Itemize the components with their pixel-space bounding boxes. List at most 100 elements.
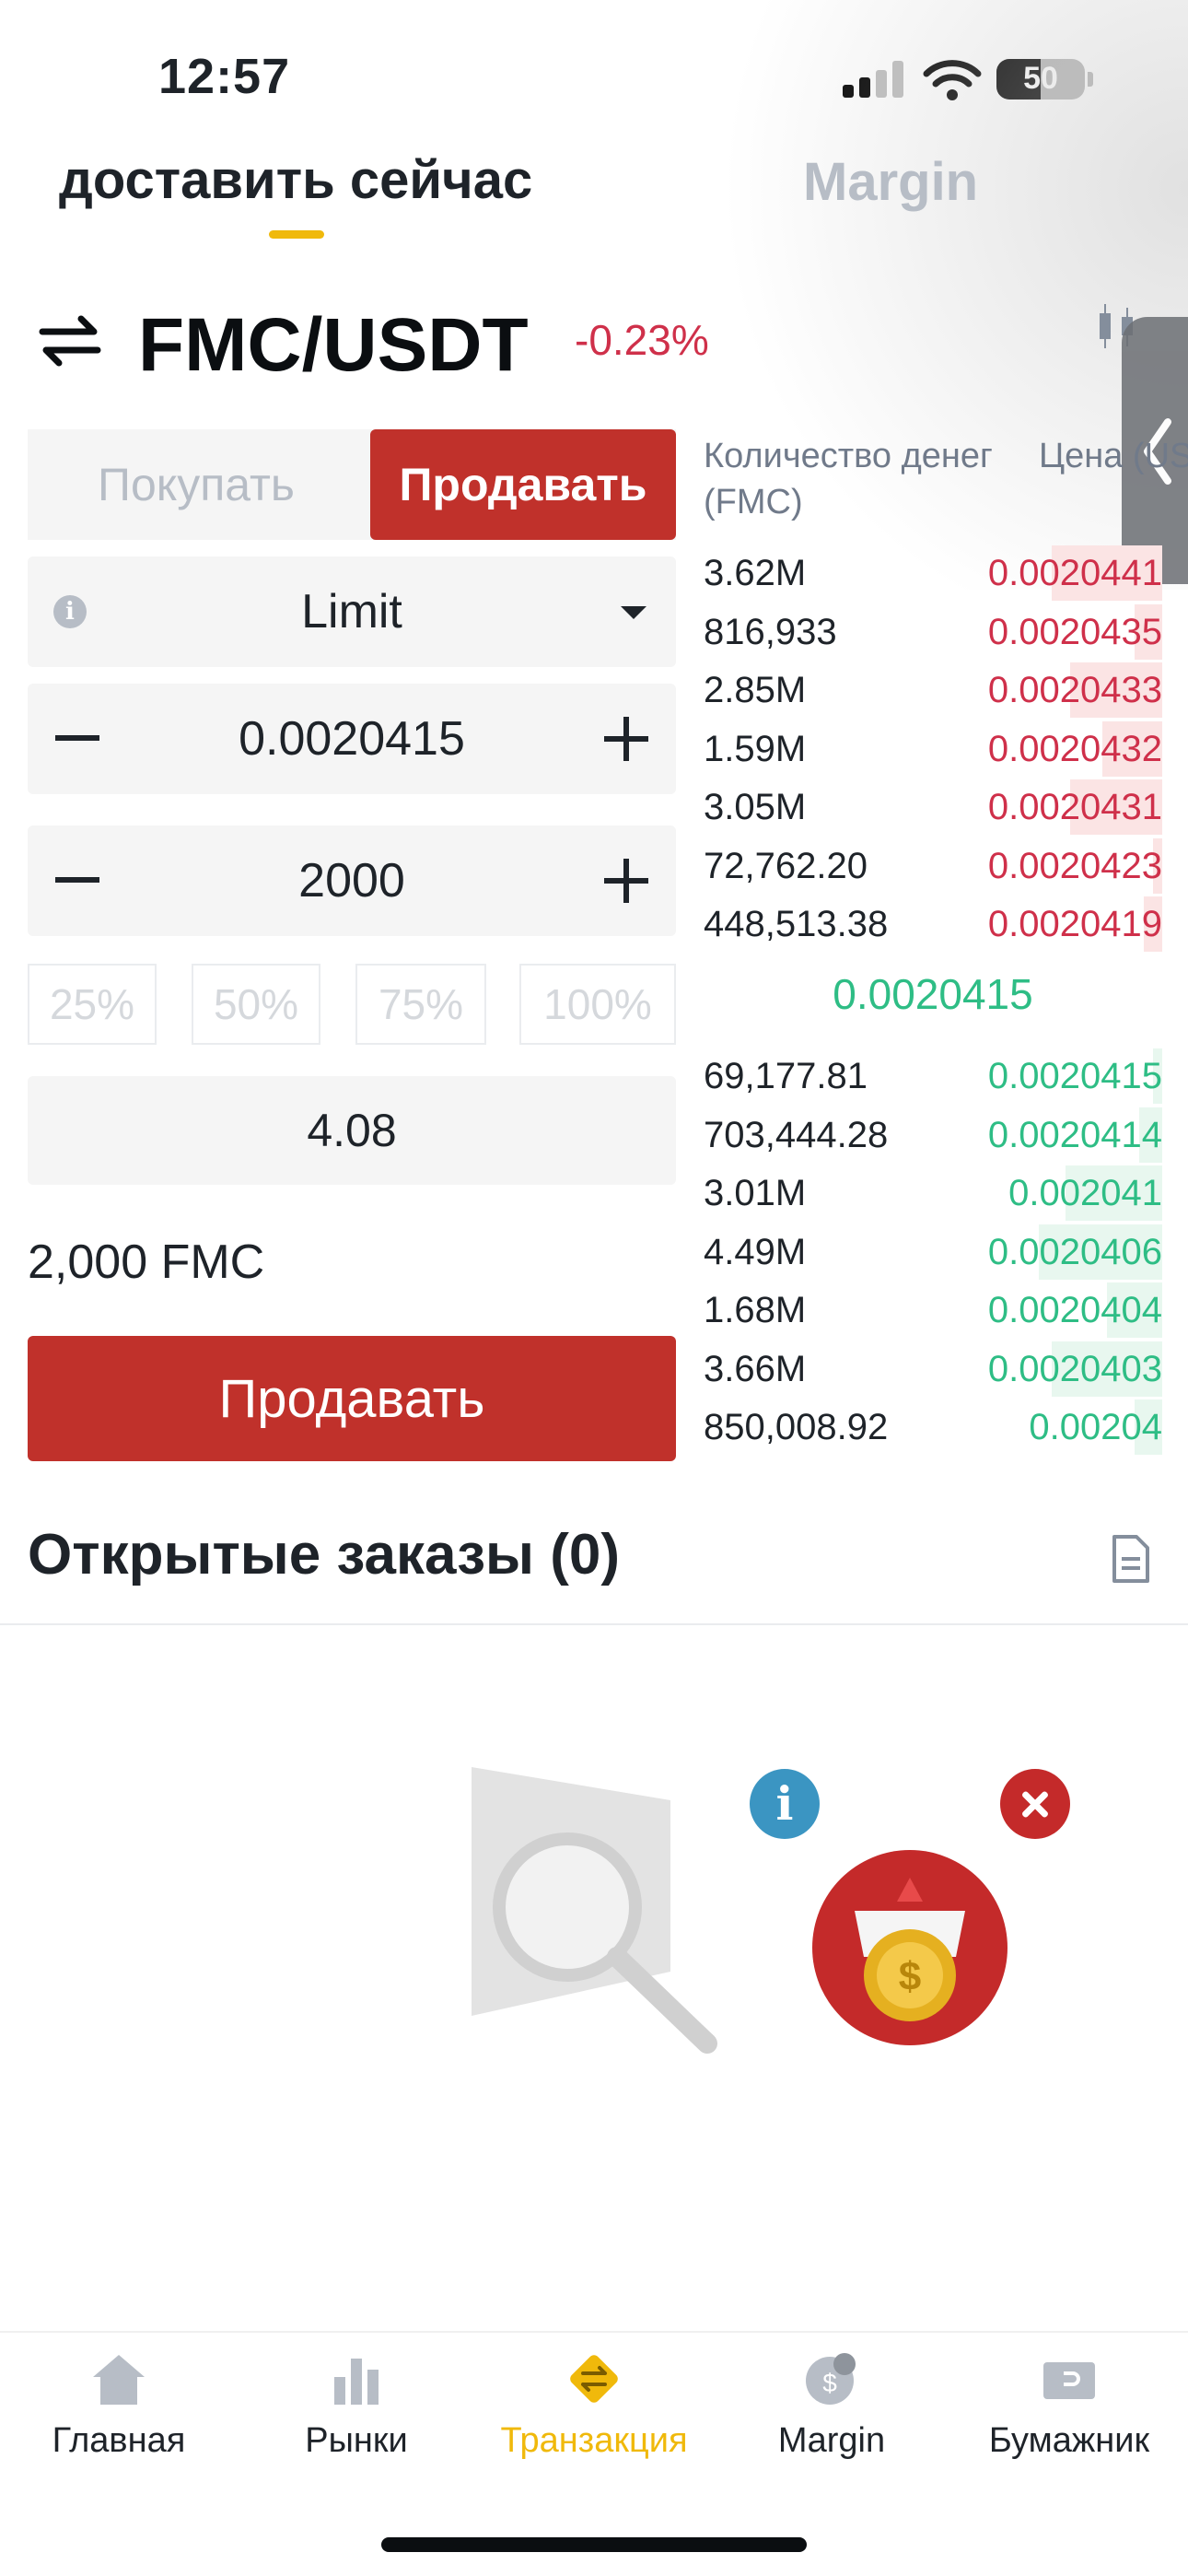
- ask-qty: 448,513.38: [704, 904, 889, 944]
- bid-qty: 3.66M: [704, 1348, 807, 1389]
- ask-qty: 3.05M: [704, 787, 807, 827]
- ask-row[interactable]: 1.59M 0.0020432: [704, 720, 1162, 777]
- tab-active-indicator: [269, 230, 324, 239]
- bid-qty: 3.01M: [704, 1173, 807, 1213]
- buy-sell-toggle: Покупать Продавать: [28, 429, 676, 540]
- swap-pair-icon[interactable]: [37, 313, 103, 369]
- status-time: 12:57: [158, 49, 291, 104]
- floating-info-icon[interactable]: i: [750, 1769, 820, 1839]
- order-type-select[interactable]: i Limit: [28, 556, 676, 667]
- bid-row[interactable]: 703,444.28 0.0020414: [704, 1107, 1162, 1163]
- ask-row[interactable]: 3.05M 0.0020431: [704, 779, 1162, 835]
- ask-price: 0.0020441: [987, 553, 1162, 593]
- battery-tip: [1088, 72, 1093, 87]
- sell-submit-button[interactable]: Продавать: [28, 1336, 676, 1461]
- ask-price: 0.0020431: [987, 787, 1162, 827]
- order-type-value: Limit: [301, 585, 402, 638]
- orderbook-qty-header: Количество денег (FMC): [704, 437, 993, 521]
- bid-price: 0.0020403: [987, 1348, 1162, 1389]
- ask-qty: 816,933: [704, 611, 837, 652]
- nav-trade-label: Транзакция: [500, 2421, 688, 2460]
- bid-row[interactable]: 3.66M 0.0020403: [704, 1341, 1162, 1397]
- home-indicator: [381, 2537, 807, 2552]
- bid-row[interactable]: 3.01M 0.002041: [704, 1165, 1162, 1221]
- percent-25-button[interactable]: 25%: [28, 964, 157, 1045]
- bid-qty: 69,177.81: [704, 1056, 868, 1096]
- ask-price: 0.0020419: [987, 904, 1162, 944]
- bid-price: 0.0020414: [987, 1114, 1162, 1155]
- ask-qty: 72,762.20: [704, 845, 868, 886]
- wifi-icon: [923, 60, 982, 100]
- price-input[interactable]: 0.0020415: [28, 684, 676, 794]
- svg-text:$: $: [822, 2369, 837, 2397]
- svg-text:$: $: [899, 1954, 921, 1999]
- pair-change-percent: -0.23%: [575, 316, 709, 364]
- nav-wallet[interactable]: Бумажник: [950, 2349, 1188, 2469]
- bid-qty: 1.68M: [704, 1290, 807, 1330]
- nav-home[interactable]: Главная: [0, 2349, 238, 2469]
- nav-markets[interactable]: Рынки: [238, 2349, 475, 2469]
- bid-qty: 703,444.28: [704, 1114, 889, 1155]
- bid-row[interactable]: 850,008.92 0.00204: [704, 1399, 1162, 1455]
- ask-row[interactable]: 2.85M 0.0020433: [704, 662, 1162, 718]
- bid-qty: 850,008.92: [704, 1407, 889, 1447]
- orderbook-price-header: Цена (USDT): [1039, 437, 1188, 475]
- nav-home-label: Главная: [52, 2421, 186, 2460]
- ask-price: 0.0020433: [987, 670, 1162, 710]
- trade-icon: [570, 2355, 618, 2403]
- open-orders-title[interactable]: Открытые заказы (0): [28, 1522, 620, 1587]
- ask-price: 0.0020432: [987, 728, 1162, 769]
- pair-name[interactable]: FMC/USDT: [138, 302, 529, 389]
- bid-price: 0.002041: [1008, 1173, 1162, 1213]
- ask-qty: 2.85M: [704, 670, 807, 710]
- sell-tab-button[interactable]: Продавать: [370, 429, 676, 540]
- orderbook-mid-price[interactable]: 0.0020415: [704, 969, 1162, 1019]
- nav-margin[interactable]: $ Margin: [713, 2349, 950, 2469]
- ask-price: 0.0020423: [987, 845, 1162, 886]
- price-plus-button[interactable]: [604, 717, 648, 761]
- amount-input[interactable]: 2000: [28, 825, 676, 936]
- nav-trade[interactable]: Транзакция: [475, 2349, 713, 2469]
- bid-price: 0.0020415: [987, 1056, 1162, 1096]
- bid-qty: 4.49M: [704, 1231, 807, 1272]
- ask-qty: 3.62M: [704, 553, 807, 593]
- tab-spot[interactable]: доставить сейчас: [59, 149, 532, 211]
- ask-row[interactable]: 72,762.20 0.0020423: [704, 837, 1162, 894]
- markets-icon: [334, 2359, 379, 2405]
- empty-state-search-icon: [472, 1767, 717, 2054]
- ask-row[interactable]: 3.62M 0.0020441: [704, 545, 1162, 601]
- percent-50-button[interactable]: 50%: [192, 964, 320, 1045]
- bid-price: 0.0020404: [987, 1290, 1162, 1330]
- wallet-icon: [1043, 2362, 1095, 2399]
- order-history-icon[interactable]: [1111, 1533, 1151, 1585]
- total-input[interactable]: 4.08: [28, 1076, 676, 1185]
- price-stepper: 0.0020415: [28, 684, 676, 794]
- home-icon: [93, 2355, 145, 2405]
- bid-row[interactable]: 4.49M 0.0020406: [704, 1224, 1162, 1280]
- battery-level: 50: [1023, 61, 1058, 96]
- ask-qty: 1.59M: [704, 728, 807, 769]
- nav-wallet-label: Бумажник: [988, 2421, 1150, 2460]
- ask-price: 0.0020435: [987, 611, 1162, 652]
- battery-icon: 50: [996, 59, 1085, 100]
- available-balance: 2,000 FMC: [28, 1235, 265, 1289]
- tab-margin[interactable]: Margin: [803, 151, 978, 213]
- percent-100-button[interactable]: 100%: [519, 964, 676, 1045]
- percent-75-button[interactable]: 75%: [355, 964, 486, 1045]
- amount-stepper: 2000: [28, 825, 676, 936]
- bid-price: 0.0020406: [987, 1231, 1162, 1272]
- ask-row[interactable]: 816,933 0.0020435: [704, 603, 1162, 660]
- nav-margin-label: Margin: [777, 2421, 886, 2460]
- close-promo-icon[interactable]: [1000, 1769, 1070, 1839]
- amount-plus-button[interactable]: [604, 859, 648, 903]
- bid-row[interactable]: 69,177.81 0.0020415: [704, 1048, 1162, 1104]
- buy-tab-button[interactable]: Покупать: [28, 429, 365, 540]
- margin-icon: $: [806, 2353, 856, 2405]
- section-divider: [0, 1623, 1188, 1625]
- gift-promo-icon[interactable]: $: [809, 1846, 1011, 2049]
- bid-row[interactable]: 1.68M 0.0020404: [704, 1282, 1162, 1338]
- bid-price: 0.00204: [1029, 1407, 1162, 1447]
- ask-row[interactable]: 448,513.38 0.0020419: [704, 896, 1162, 952]
- cellular-signal-icon: [843, 61, 903, 98]
- caret-down-icon: [621, 606, 646, 619]
